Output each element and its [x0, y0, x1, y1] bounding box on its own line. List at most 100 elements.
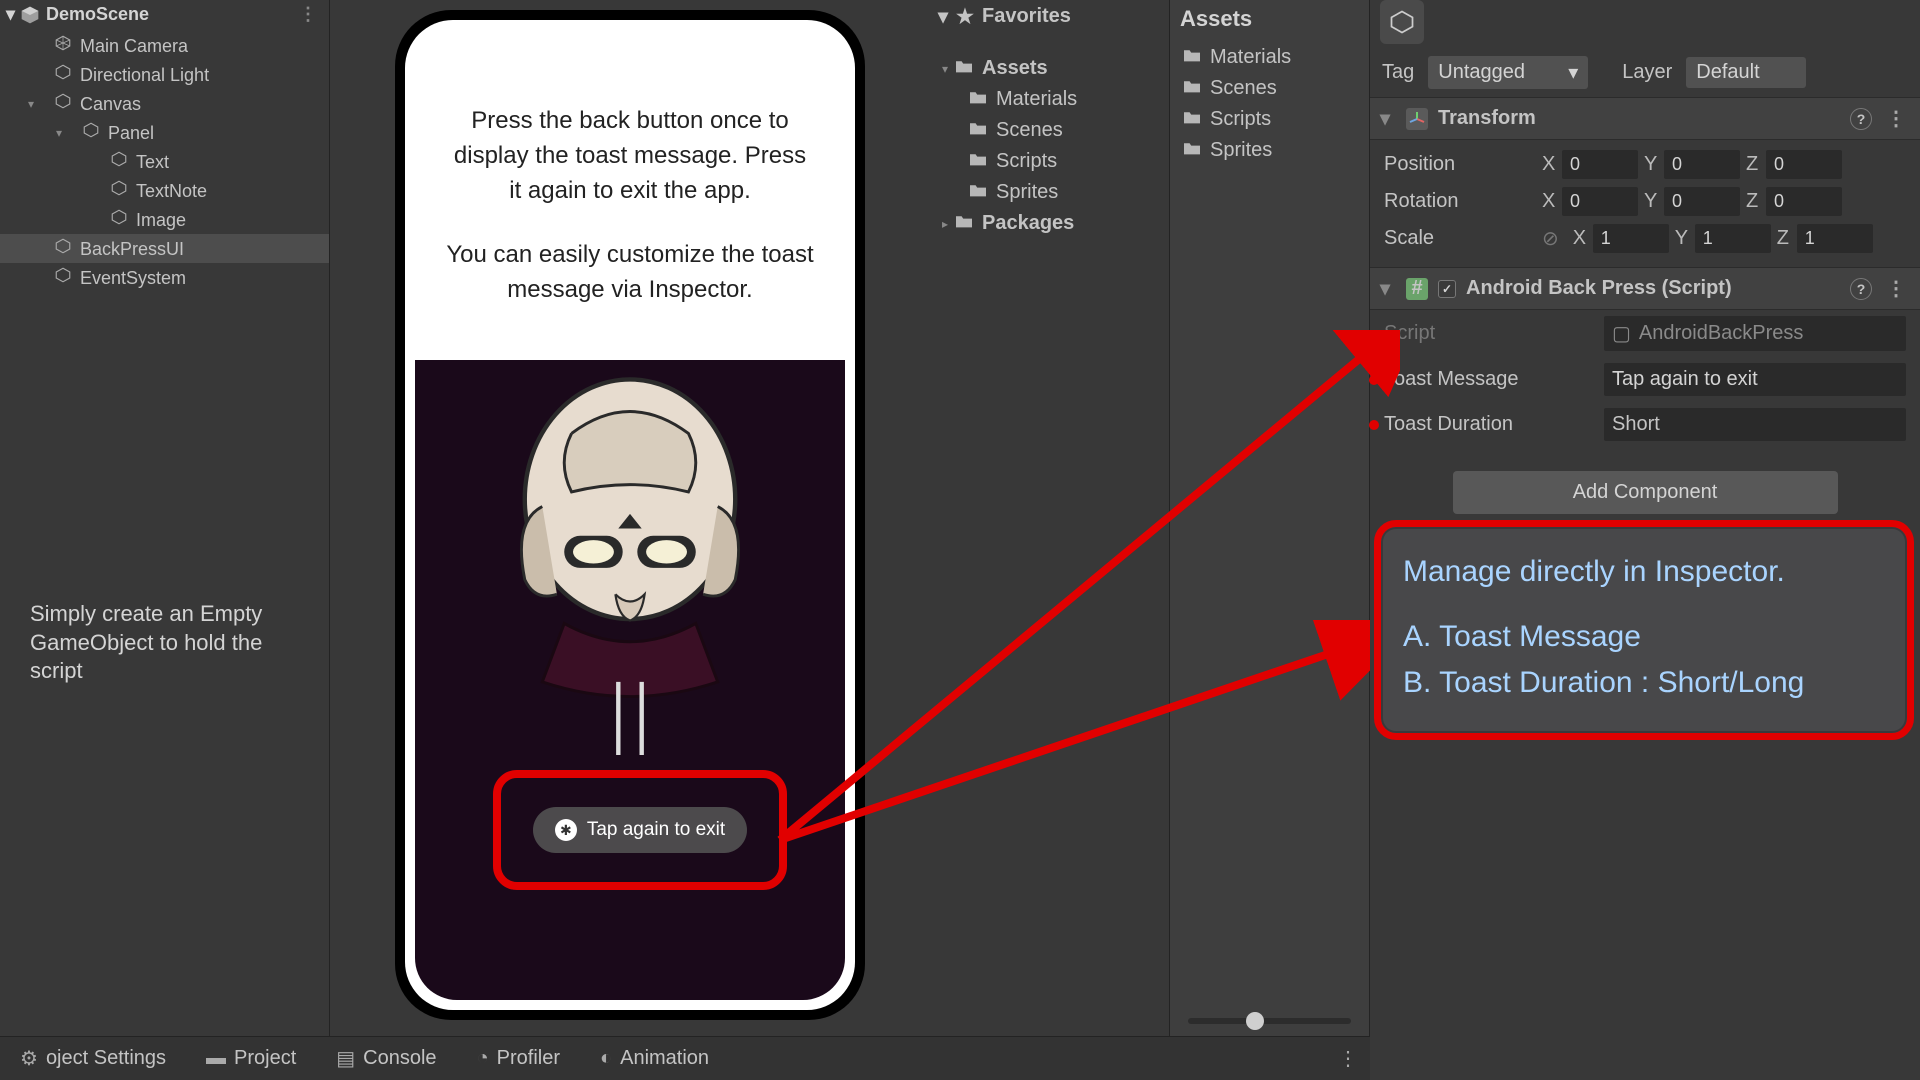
layer-dropdown[interactable]: Default [1686, 57, 1806, 88]
layer-value: Default [1696, 61, 1759, 84]
toast-duration-label: Toast Duration [1384, 413, 1594, 436]
position-label: Position [1384, 153, 1534, 176]
position-x-input[interactable] [1562, 150, 1638, 179]
chevron-down-icon[interactable]: ▾ [1380, 276, 1396, 301]
hierarchy-item-label: Text [136, 152, 169, 172]
chevron-down-icon[interactable]: ▾ [6, 4, 20, 25]
toast-duration-dropdown[interactable]: Short [1604, 408, 1906, 441]
sprites-folder[interactable]: Sprites [930, 177, 1169, 208]
hierarchy-item-main-camera[interactable]: Main Camera [0, 31, 329, 60]
hierarchy-item-image[interactable]: Image [0, 205, 329, 234]
constrain-proportions-icon[interactable]: ⊘ [1542, 226, 1559, 251]
position-y-input[interactable] [1664, 150, 1740, 179]
transform-title: Transform [1438, 107, 1536, 130]
console-icon: ▤ [336, 1046, 355, 1071]
hierarchy-item-canvas[interactable]: ▾ Canvas [0, 89, 329, 118]
help-icon[interactable]: ? [1850, 278, 1872, 300]
folder-icon [968, 88, 988, 111]
hierarchy-item-backpressui[interactable]: BackPressUI [0, 234, 329, 263]
annotation-callout: Manage directly in Inspector. A. Toast M… [1374, 520, 1914, 740]
chevron-down-icon[interactable]: ▾ [56, 126, 62, 140]
folder-label: Scenes [996, 119, 1063, 142]
folder-icon [1182, 77, 1202, 100]
bottom-tabs-menu-icon[interactable]: ⋮ [1338, 1046, 1358, 1071]
hierarchy-item-directional-light[interactable]: Directional Light [0, 60, 329, 89]
robot-head-icon [440, 375, 820, 755]
chevron-down-icon[interactable]: ▾ [936, 62, 954, 76]
favorites-header[interactable]: ▾ ★ Favorites [930, 0, 1169, 33]
tag-layer-row: Tag Untagged▾ Layer Default [1370, 48, 1920, 97]
help-icon[interactable]: ? [1850, 108, 1872, 130]
scale-x-input[interactable] [1593, 224, 1669, 253]
folder-label: Scripts [996, 150, 1057, 173]
hierarchy-item-label: TextNote [136, 181, 207, 201]
rotation-y-input[interactable] [1664, 187, 1740, 216]
script-reference-field[interactable]: ▢ AndroidBackPress [1604, 316, 1906, 351]
script-component-title: Android Back Press (Script) [1466, 277, 1732, 300]
chevron-down-icon: ▾ [1568, 60, 1578, 85]
hierarchy-item-panel[interactable]: ▾ Panel [0, 118, 329, 147]
toast-message-pill: ✱ Tap again to exit [533, 807, 747, 853]
gear-icon: ✱ [555, 819, 577, 841]
favorites-label: Favorites [982, 5, 1071, 28]
grid-item-label: Materials [1210, 46, 1291, 69]
tab-console[interactable]: ▤Console [328, 1040, 444, 1077]
transform-component-header[interactable]: ▾ Transform ? ⋮ [1370, 97, 1920, 140]
grid-item-scenes[interactable]: Scenes [1170, 73, 1369, 104]
script-component-header[interactable]: ▾ # ✓ Android Back Press (Script) ? ⋮ [1370, 267, 1920, 310]
chevron-right-icon[interactable]: ▸ [936, 217, 954, 231]
inspector-panel: Tag Untagged▾ Layer Default ▾ Transform … [1370, 0, 1920, 1040]
scale-z-input[interactable] [1797, 224, 1873, 253]
slider-thumb[interactable] [1246, 1012, 1264, 1030]
phone-text-1: Press the back button once to display th… [445, 104, 815, 208]
chevron-down-icon[interactable]: ▾ [938, 4, 948, 29]
icon-size-slider[interactable] [1188, 1018, 1351, 1024]
folder-icon [1182, 139, 1202, 162]
assets-folder[interactable]: ▾ Assets [930, 53, 1169, 84]
scale-label: Scale [1384, 227, 1534, 250]
hierarchy-item-text[interactable]: Text [0, 147, 329, 176]
grid-item-label: Sprites [1210, 139, 1272, 162]
toast-highlight-box: ✱ Tap again to exit [493, 770, 787, 890]
materials-folder[interactable]: Materials [930, 84, 1169, 115]
packages-folder[interactable]: ▸ Packages [930, 208, 1169, 239]
component-menu-icon[interactable]: ⋮ [1882, 106, 1910, 131]
tab-project-settings[interactable]: ⚙oject Settings [12, 1040, 174, 1077]
chevron-down-icon[interactable]: ▾ [28, 97, 34, 111]
position-row: Position X Y Z [1384, 146, 1906, 183]
gameobject-icon [54, 63, 72, 81]
folder-icon [954, 212, 974, 235]
scale-y-input[interactable] [1695, 224, 1771, 253]
grid-item-sprites[interactable]: Sprites [1170, 135, 1369, 166]
scenes-folder[interactable]: Scenes [930, 115, 1169, 146]
tab-project[interactable]: ▬Project [198, 1041, 304, 1076]
grid-item-materials[interactable]: Materials [1170, 42, 1369, 73]
folder-icon [1182, 46, 1202, 69]
profiler-icon: ◔ [477, 1047, 489, 1070]
scripts-folder[interactable]: Scripts [930, 146, 1169, 177]
toast-message-input[interactable] [1604, 363, 1906, 396]
tab-label: Project [234, 1047, 296, 1070]
chevron-down-icon[interactable]: ▾ [1380, 106, 1396, 131]
gameobject-icon[interactable] [1380, 0, 1424, 44]
add-component-button[interactable]: Add Component [1453, 471, 1838, 514]
folder-icon [968, 150, 988, 173]
hierarchy-menu-icon[interactable]: ⋮ [293, 4, 323, 25]
tab-profiler[interactable]: ◔Profiler [469, 1041, 568, 1076]
component-menu-icon[interactable]: ⋮ [1882, 276, 1910, 301]
hierarchy-panel: ▾ DemoScene ⋮ Main Camera Directional Li… [0, 0, 330, 1040]
gameobject-icon [82, 121, 100, 139]
rotation-x-input[interactable] [1562, 187, 1638, 216]
hierarchy-item-eventsystem[interactable]: EventSystem [0, 263, 329, 292]
position-z-input[interactable] [1766, 150, 1842, 179]
component-enabled-checkbox[interactable]: ✓ [1438, 280, 1456, 298]
gameobject-icon [110, 179, 128, 197]
hierarchy-item-label: Image [136, 210, 186, 230]
script-value: AndroidBackPress [1639, 322, 1804, 345]
hierarchy-scene-header[interactable]: ▾ DemoScene ⋮ [0, 0, 329, 29]
grid-item-scripts[interactable]: Scripts [1170, 104, 1369, 135]
tab-animation[interactable]: ◐Animation [592, 1041, 717, 1076]
tag-dropdown[interactable]: Untagged▾ [1428, 56, 1588, 89]
hierarchy-item-textnote[interactable]: TextNote [0, 176, 329, 205]
rotation-z-input[interactable] [1766, 187, 1842, 216]
